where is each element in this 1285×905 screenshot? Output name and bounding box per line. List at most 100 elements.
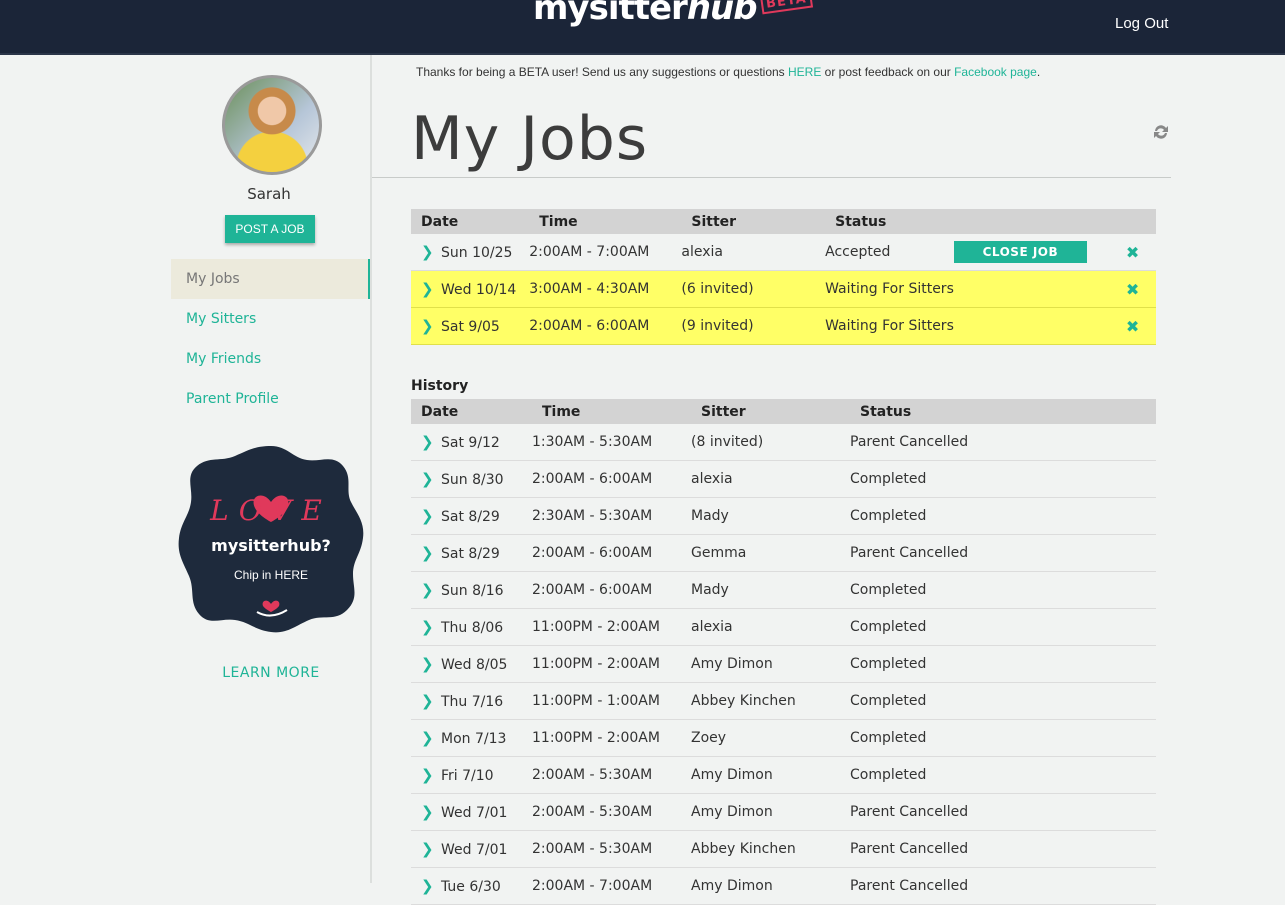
column-header-status: Status <box>850 399 1156 424</box>
job-date: Sun 10/25 <box>441 245 513 261</box>
learn-more-link[interactable]: LEARN MORE <box>171 665 371 681</box>
chevron-right-icon[interactable]: ❯ <box>411 433 441 451</box>
job-time: 2:00AM - 6:00AM <box>529 307 682 345</box>
table-row[interactable]: ❯ Wed 8/05 11:00PM - 2:00AM Amy Dimon Comple… <box>411 645 1156 683</box>
chevron-right-icon[interactable]: ❯ <box>411 317 441 335</box>
history-heading: History <box>411 378 469 394</box>
table-header-row: Date Time Sitter Status <box>411 209 1156 234</box>
chevron-right-icon[interactable]: ❯ <box>411 581 441 599</box>
beta-notice: Thanks for being a BETA user! Send us an… <box>416 65 1040 79</box>
chevron-right-icon[interactable]: ❯ <box>411 766 441 784</box>
column-header-status: Status <box>825 209 954 234</box>
job-time: 11:00PM - 1:00AM <box>532 682 691 720</box>
job-time: 2:00AM - 5:30AM <box>532 793 691 831</box>
job-status: Completed <box>850 719 1156 757</box>
table-row[interactable]: ❯ Fri 7/10 2:00AM - 5:30AM Amy Dimon Complet… <box>411 756 1156 794</box>
chevron-right-icon[interactable]: ❯ <box>411 840 441 858</box>
job-status: Completed <box>850 645 1156 683</box>
job-date-cell: ❯ Wed 7/01 <box>411 793 532 831</box>
job-time: 2:30AM - 5:30AM <box>532 497 691 535</box>
job-status: Parent Cancelled <box>850 830 1156 868</box>
chevron-right-icon[interactable]: ❯ <box>411 877 441 895</box>
table-row[interactable]: ❯ Tue 6/30 2:00AM - 7:00AM Amy Dimon Parent … <box>411 867 1156 905</box>
column-header-time: Time <box>529 209 682 234</box>
table-row[interactable]: ❯ Sat 8/29 2:00AM - 6:00AM Gemma Parent Canc… <box>411 534 1156 572</box>
sidebar-divider <box>370 55 372 883</box>
chevron-right-icon[interactable]: ❯ <box>411 618 441 636</box>
table-row[interactable]: ❯ Sun 10/25 2:00AM - 7:00AM alexia Accepted C… <box>411 234 1156 271</box>
job-sitter: Amy Dimon <box>691 756 850 794</box>
table-row[interactable]: ❯ Mon 7/13 11:00PM - 2:00AM Zoey Completed <box>411 719 1156 757</box>
job-date: Sat 9/05 <box>441 319 500 335</box>
job-date: Thu 7/16 <box>441 694 504 710</box>
remove-job-icon[interactable]: ✖ <box>1126 317 1139 336</box>
job-date-cell: ❯ Fri 7/10 <box>411 756 532 794</box>
table-row[interactable]: ❯ Wed 10/14 3:00AM - 4:30AM (6 invited) Wait… <box>411 270 1156 308</box>
upcoming-jobs-table: Date Time Sitter Status ❯ Sun 10/25 2:00AM… <box>411 209 1156 345</box>
beta-notice-text-end: . <box>1036 65 1041 79</box>
job-sitter: Zoey <box>691 719 850 757</box>
avatar[interactable] <box>222 75 322 175</box>
chevron-right-icon[interactable]: ❯ <box>411 655 441 673</box>
job-time: 11:00PM - 2:00AM <box>532 645 691 683</box>
badge-cta-text: Chip in HERE <box>233 568 309 582</box>
job-sitter: Amy Dimon <box>691 793 850 831</box>
chevron-right-icon[interactable]: ❯ <box>411 544 441 562</box>
close-job-button[interactable]: CLOSE JOB <box>953 241 1087 263</box>
job-status: Waiting For Sitters <box>825 270 954 308</box>
job-status: Waiting For Sitters <box>825 307 954 345</box>
table-header-row: Date Time Sitter Status <box>411 399 1156 424</box>
table-row[interactable]: ❯ Wed 7/01 2:00AM - 5:30AM Abbey Kinchen Par… <box>411 830 1156 868</box>
chevron-right-icon[interactable]: ❯ <box>411 280 441 298</box>
table-row[interactable]: ❯ Sat 9/05 2:00AM - 6:00AM (9 invited) Waiti… <box>411 307 1156 345</box>
job-date: Thu 8/06 <box>441 620 504 636</box>
column-header-sitter: Sitter <box>691 399 850 424</box>
job-sitter: Gemma <box>691 534 850 572</box>
job-date: Sun 8/30 <box>441 472 504 488</box>
sidebar-item-my-friends[interactable]: My Friends <box>171 339 371 379</box>
badge-love-text: LOVE <box>210 494 332 527</box>
remove-cell: ✖ <box>1109 307 1156 345</box>
job-status: Parent Cancelled <box>850 424 1156 461</box>
sidebar-item-my-jobs[interactable]: My Jobs <box>171 259 371 299</box>
job-date-cell: ❯ Wed 8/05 <box>411 645 532 683</box>
job-time: 2:00AM - 6:00AM <box>532 571 691 609</box>
chevron-right-icon[interactable]: ❯ <box>411 803 441 821</box>
remove-job-icon[interactable]: ✖ <box>1126 280 1139 299</box>
job-status: Completed <box>850 682 1156 720</box>
sidebar-item-my-sitters[interactable]: My Sitters <box>171 299 371 339</box>
job-action-cell <box>953 270 1110 308</box>
chevron-right-icon[interactable]: ❯ <box>411 729 441 747</box>
table-row[interactable]: ❯ Sat 8/29 2:30AM - 5:30AM Mady Completed <box>411 497 1156 535</box>
beta-stamp: BETA <box>759 0 813 15</box>
table-row[interactable]: ❯ Sun 8/16 2:00AM - 6:00AM Mady Completed <box>411 571 1156 609</box>
refresh-icon[interactable] <box>1151 122 1171 142</box>
remove-job-icon[interactable]: ✖ <box>1126 243 1139 262</box>
beta-notice-text-middle: or post feedback on our <box>821 65 955 79</box>
sidebar-item-parent-profile[interactable]: Parent Profile <box>171 379 371 419</box>
job-date-cell: ❯ Mon 7/13 <box>411 719 532 757</box>
facebook-page-link[interactable]: Facebook page <box>954 65 1037 79</box>
table-row[interactable]: ❯ Thu 7/16 11:00PM - 1:00AM Abbey Kinchen Co… <box>411 682 1156 720</box>
column-header-sitter: Sitter <box>681 209 826 234</box>
job-date: Mon 7/13 <box>441 731 507 747</box>
post-job-button[interactable]: POST A JOB <box>225 215 315 243</box>
column-header-date: Date <box>411 209 530 234</box>
chip-in-badge[interactable]: LOVE mysitterhub? Chip in HERE <box>177 444 365 634</box>
table-row[interactable]: ❯ Thu 8/06 11:00PM - 2:00AM alexia Completed <box>411 608 1156 646</box>
chevron-right-icon[interactable]: ❯ <box>411 692 441 710</box>
job-date-cell: ❯ Wed 10/14 <box>411 270 530 308</box>
username: Sarah <box>247 185 291 203</box>
chevron-right-icon[interactable]: ❯ <box>411 507 441 525</box>
table-row[interactable]: ❯ Wed 7/01 2:00AM - 5:30AM Amy Dimon Parent … <box>411 793 1156 831</box>
table-row[interactable]: ❯ Sat 9/12 1:30AM - 5:30AM (8 invited) Paren… <box>411 424 1156 461</box>
suggestions-link[interactable]: HERE <box>788 65 821 79</box>
job-status: Parent Cancelled <box>850 793 1156 831</box>
chevron-right-icon[interactable]: ❯ <box>411 243 441 261</box>
job-sitter: (8 invited) <box>691 424 850 461</box>
logout-link[interactable]: Log Out <box>1115 15 1168 32</box>
site-logo[interactable]: mysitterhub BETA <box>533 0 813 38</box>
job-date-cell: ❯ Sat 8/29 <box>411 534 532 572</box>
chevron-right-icon[interactable]: ❯ <box>411 470 441 488</box>
table-row[interactable]: ❯ Sun 8/30 2:00AM - 6:00AM alexia Completed <box>411 460 1156 498</box>
